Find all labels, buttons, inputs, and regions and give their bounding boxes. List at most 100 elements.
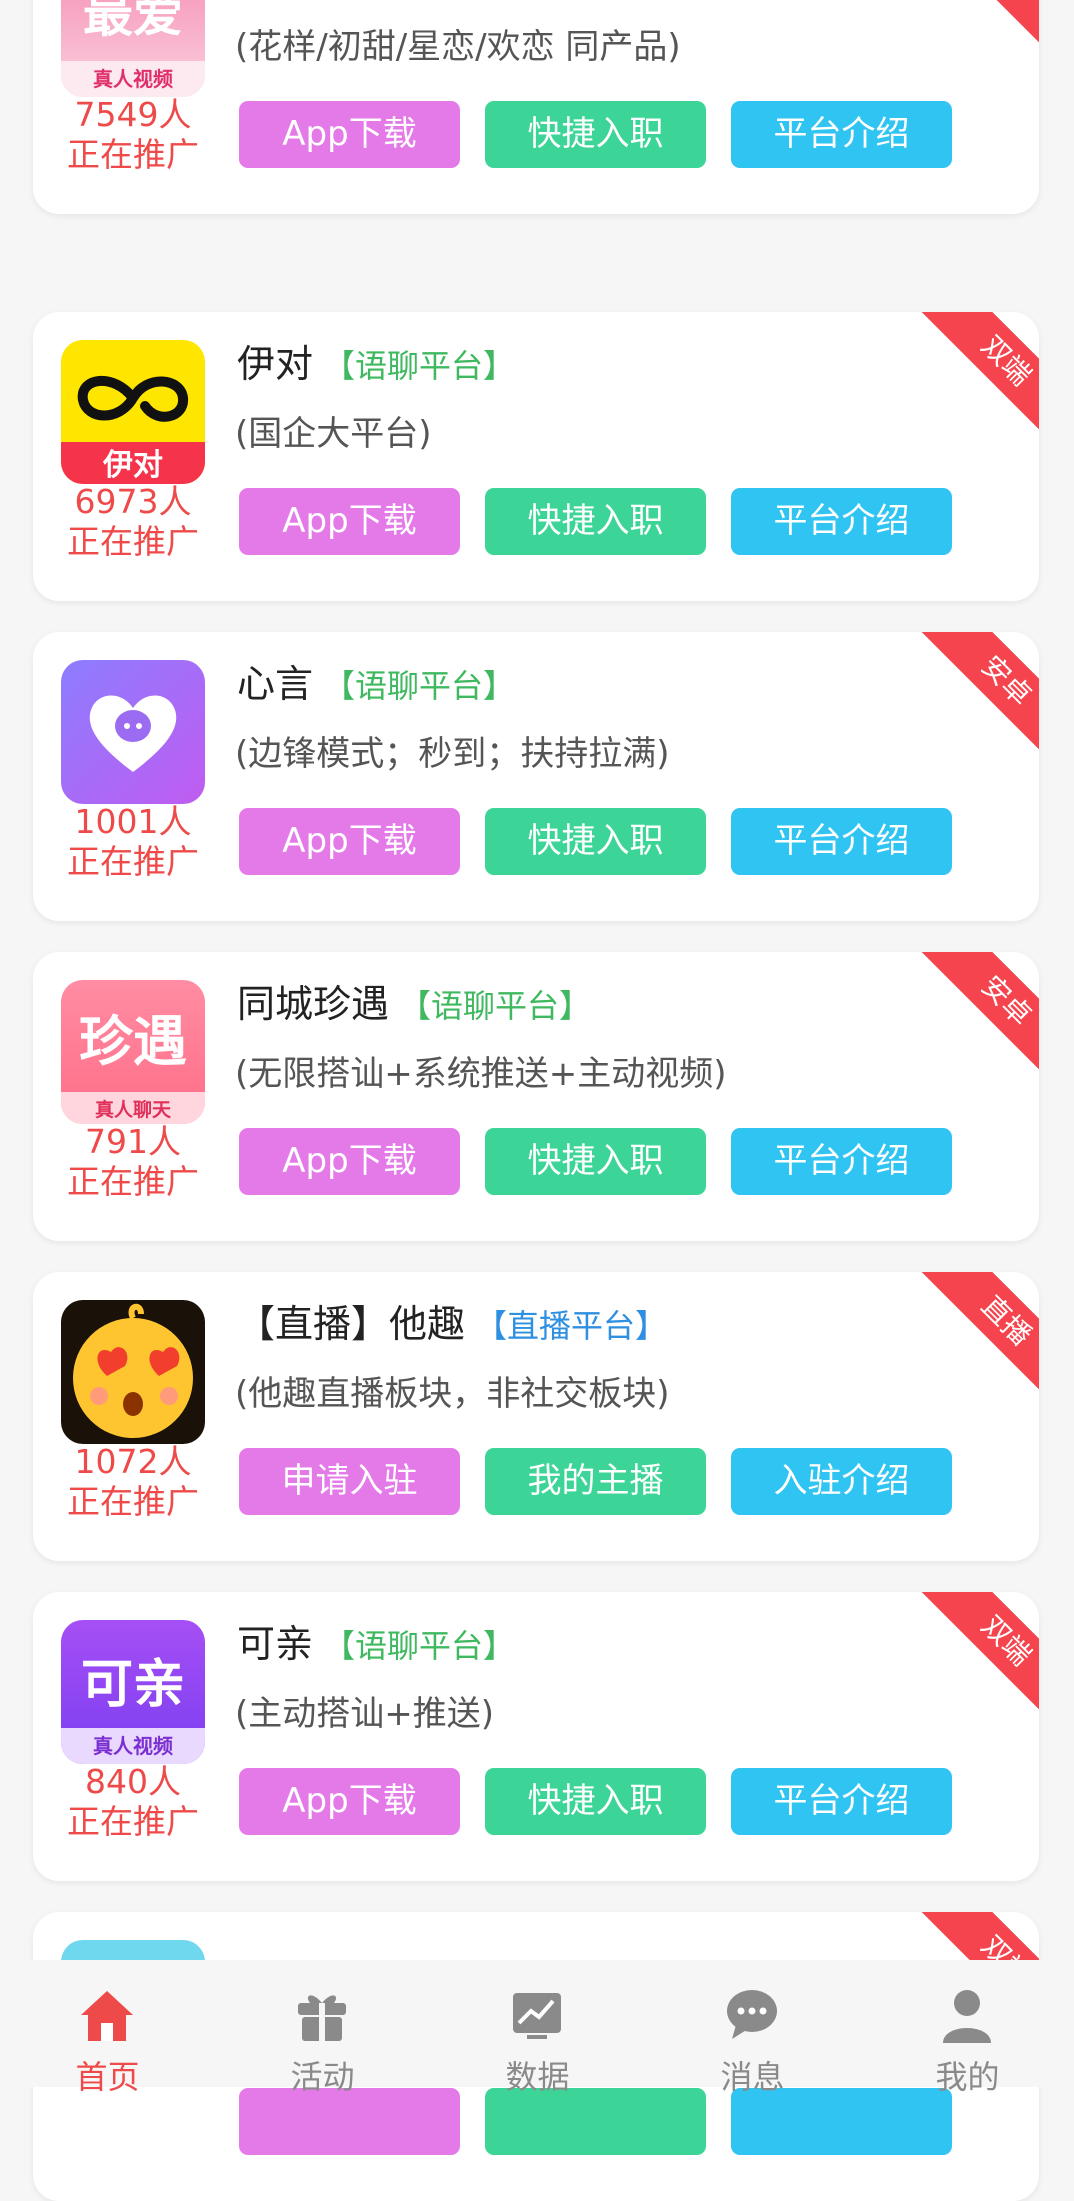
promoter-number: 840人 — [85, 1762, 181, 1801]
tab-mine[interactable]: 我的 — [860, 1960, 1074, 2096]
tab-data-label: 数据 — [505, 2058, 570, 2096]
promoter-status: 正在推广 — [67, 522, 199, 561]
promoter-number: 7549人 — [74, 95, 192, 134]
home-icon — [81, 1991, 133, 2041]
app-logo[interactable] — [61, 1300, 205, 1444]
app-logo[interactable]: 珍遇 真人聊天 — [61, 980, 205, 1124]
platform-card[interactable]: 双端 可亲 真人视频 840人 正在推广 可亲 【语聊平台】 (主动搭讪+推送) App下载 快捷… — [33, 1592, 1039, 1881]
quick-join-button[interactable]: 快捷入职 — [485, 808, 706, 875]
promoter-status: 正在推广 — [67, 135, 199, 174]
logo-subtext: 真人视频 — [93, 1734, 173, 1758]
promoter-count: 6973人 正在推广 — [47, 482, 219, 562]
tab-data[interactable]: 数据 — [430, 1960, 645, 2096]
promoter-number: 791人 — [85, 1122, 181, 1161]
platform-title-row: 伊对 【语聊平台】 — [237, 334, 515, 394]
app-logo-yidui-icon: 伊对 — [61, 340, 205, 484]
promoter-status: 正在推广 — [67, 842, 199, 881]
platform-title: 心言 — [237, 662, 314, 706]
ribbon-label: 双端 — [907, 1592, 1039, 1724]
platform-card[interactable]: 安卓 珍遇真人聊天 791人 正在推广 同城珍遇 【语聊平台】 (无限搭讪+系统推送+主动视… — [33, 952, 1039, 1241]
ribbon-label: 安卓 — [907, 952, 1039, 1084]
platform-title-row: 【直播】他趣 【直播平台】 — [237, 1294, 667, 1354]
promoter-count: 791人 正在推广 — [47, 1122, 219, 1202]
app-logo[interactable] — [61, 660, 205, 804]
promoter-status: 正在推广 — [67, 1162, 199, 1201]
platform-ribbon: 安卓 — [907, 632, 1039, 764]
platform-card[interactable]: 安卓 1001人 正在推广 心言 【语聊平台】 (边锋模式；秒到；扶持拉满) App下载 快捷… — [33, 632, 1039, 921]
promoter-count: 1001人 正在推广 — [47, 802, 219, 882]
promoter-count: 1072人 正在推广 — [47, 1442, 219, 1522]
tab-activity[interactable]: 活动 — [215, 1960, 430, 2096]
quick-join-button[interactable]: 快捷入职 — [485, 101, 706, 168]
platform-tag: 【直播平台】 — [475, 1307, 668, 1345]
platform-title: 【直播】他趣 — [237, 1302, 466, 1346]
platform-tag: 【语聊平台】 — [323, 667, 516, 705]
platform-intro-button[interactable]: 入驻介绍 — [731, 1448, 952, 1515]
download-button[interactable]: App下载 — [239, 488, 460, 555]
platform-description: (无限搭讪+系统推送+主动视频) — [235, 1054, 727, 1094]
platform-title-row: 【推荐】最爱【语聊平台】 — [237, 0, 667, 7]
download-button[interactable]: App下载 — [239, 101, 460, 168]
tab-home[interactable]: 首页 — [0, 1960, 215, 2096]
download-button[interactable]: App下载 — [239, 1128, 460, 1195]
promoter-number: 6973人 — [74, 482, 192, 521]
app-logo[interactable]: 伊对 — [61, 340, 205, 484]
logo-text: 可亲 — [81, 1655, 185, 1715]
gift-icon — [298, 1995, 346, 2041]
logo-subtext: 真人聊天 — [95, 1098, 172, 1121]
download-button[interactable] — [239, 2088, 460, 2155]
app-logo-taqu-icon — [61, 1300, 205, 1444]
platform-ribbon: 安卓 — [907, 0, 1039, 57]
platform-ribbon: 安卓 — [907, 952, 1039, 1084]
platform-description: (主动搭讪+推送) — [235, 1694, 495, 1734]
quick-join-button[interactable]: 快捷入职 — [485, 1768, 706, 1835]
quick-join-button[interactable]: 快捷入职 — [485, 488, 706, 555]
app-logo-keqin-icon: 可亲真人视频 — [61, 1620, 205, 1764]
app-logo[interactable]: 可亲 真人视频 — [61, 1620, 205, 1764]
platform-title-row: 心言 【语聊平台】 — [237, 654, 515, 714]
tab-message[interactable]: 消息 — [645, 1960, 860, 2096]
promoter-count: 840人 正在推广 — [47, 1762, 219, 1842]
ribbon-label: 双端 — [907, 312, 1039, 444]
platform-title: 可亲 — [237, 1622, 314, 1666]
ribbon-label: 安卓 — [907, 632, 1039, 764]
platform-tag: 【语聊平台】 — [399, 987, 592, 1025]
platform-intro-button[interactable]: 平台介绍 — [731, 1768, 952, 1835]
tab-activity-label: 活动 — [290, 2058, 355, 2096]
logo-subtext: 真人视频 — [93, 67, 173, 91]
platform-card[interactable]: 安卓最爱真人视频7549人正在推广【推荐】最爱【语聊平台】(花样/初甜/星恋/欢… — [33, 0, 1039, 214]
download-button[interactable]: App下载 — [239, 1768, 460, 1835]
ribbon-label: 直播 — [907, 1272, 1039, 1404]
platform-card[interactable]: 直播 1072人 正在推广 【直播】他趣 【直播平台】 (他趣直播板块，非社交板块) 申请入… — [33, 1272, 1039, 1561]
user-icon — [943, 1990, 991, 2043]
promoter-count: 7549人 正在推广 — [47, 95, 219, 175]
logo-text: 伊对 — [102, 448, 163, 483]
quick-join-button[interactable]: 我的主播 — [485, 1448, 706, 1515]
logo-text: 珍遇 — [79, 1010, 187, 1073]
app-logo-zuiai-icon: 最爱真人视频 — [61, 0, 205, 97]
platform-card[interactable]: 双端 伊对 6973人 正在推广 伊对 【语聊平台】 (国企大平台) App下载 快捷入职 平台介… — [33, 312, 1039, 601]
logo-text: 最爱 — [83, 0, 183, 43]
promoter-number: 1001人 — [74, 802, 192, 841]
platform-title-row: 可亲 【语聊平台】 — [237, 1614, 515, 1674]
app-logo[interactable]: 最爱 真人视频 — [61, 0, 205, 97]
platform-intro-button[interactable] — [731, 2088, 952, 2155]
platform-intro-button[interactable]: 平台介绍 — [731, 488, 952, 555]
message-icon — [727, 1990, 777, 2039]
download-button[interactable]: 申请入驻 — [239, 1448, 460, 1515]
platform-title-row: 同城珍遇 【语聊平台】 — [237, 974, 591, 1034]
tab-mine-label: 我的 — [935, 2058, 1000, 2096]
ribbon-label: 安卓 — [907, 0, 1039, 57]
platform-description: (他趣直播板块，非社交板块) — [235, 1374, 670, 1414]
platform-ribbon: 双端 — [907, 1592, 1039, 1724]
platform-intro-button[interactable]: 平台介绍 — [731, 1128, 952, 1195]
platform-tag: 【语聊平台】 — [323, 347, 516, 385]
promoter-status: 正在推广 — [67, 1482, 199, 1521]
platform-intro-button[interactable]: 平台介绍 — [731, 101, 952, 168]
quick-join-button[interactable] — [485, 2088, 706, 2155]
promoter-number: 1072人 — [74, 1442, 192, 1481]
download-button[interactable]: App下载 — [239, 808, 460, 875]
platform-tag: 【语聊平台】 — [323, 1627, 516, 1665]
platform-intro-button[interactable]: 平台介绍 — [731, 808, 952, 875]
quick-join-button[interactable]: 快捷入职 — [485, 1128, 706, 1195]
